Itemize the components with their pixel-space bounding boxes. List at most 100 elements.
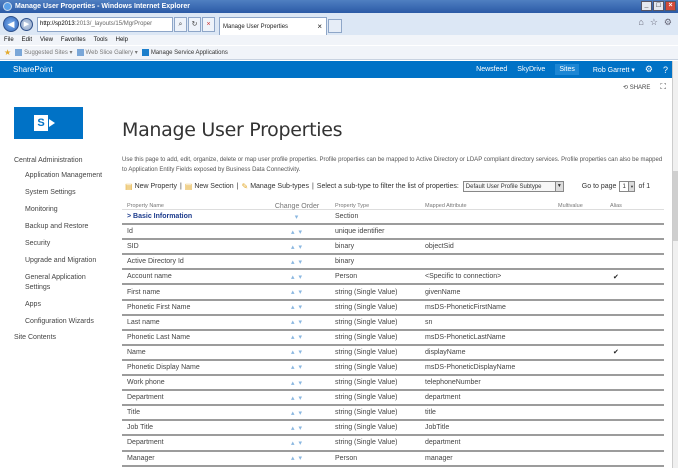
change-order-arrows[interactable]: ▴ ▾ [262, 318, 332, 326]
minimize-button[interactable]: _ [641, 1, 652, 11]
nav-item-upgrade-and-migration[interactable]: Upgrade and Migration [14, 256, 109, 266]
table-row[interactable]: Department ▴ ▾ string (Single Value) depart… [122, 436, 664, 452]
nav-item-system-settings[interactable]: System Settings [14, 188, 109, 198]
fav-web-slice-gallery[interactable]: Web Slice Gallery ▾ [76, 48, 138, 56]
page-select[interactable]: 1 ▼ [619, 181, 636, 192]
page-scrollbar[interactable] [672, 61, 678, 468]
change-order-arrows[interactable]: ▴ ▾ [262, 258, 332, 266]
forward-button[interactable]: ▶ [20, 17, 33, 31]
property-name-cell[interactable]: Department [122, 394, 262, 401]
nav-item-backup-and-restore[interactable]: Backup and Restore [14, 222, 109, 232]
change-order-arrows[interactable]: ▴ ▾ [262, 303, 332, 311]
table-row[interactable]: Phonetic First Name ▴ ▾ string (Single Val… [122, 301, 664, 316]
table-row[interactable]: > Basic Information ▾ Section [122, 210, 664, 226]
nav-central-administration[interactable]: Central Administration [14, 157, 109, 164]
property-name-cell[interactable]: Account name [122, 273, 262, 280]
table-row[interactable]: Job Title ▴ ▾ string (Single Value) JobTitl… [122, 421, 664, 437]
refresh-icon[interactable]: ↻ [188, 16, 201, 32]
table-row[interactable]: SID ▴ ▾ binary objectSid [122, 240, 664, 256]
favorites-star-icon[interactable]: ★ [4, 48, 11, 57]
change-order-arrows[interactable]: ▴ ▾ [262, 228, 332, 236]
property-name-cell[interactable]: Department [122, 439, 262, 446]
table-row[interactable]: Active Directory Id ▴ ▾ binary [122, 255, 664, 271]
nav-item-configuration-wizards[interactable]: Configuration Wizards [14, 317, 109, 327]
subtype-select[interactable]: Default User Profile Subtype ▼ [462, 181, 564, 192]
suite-link-skydrive[interactable]: SkyDrive [517, 66, 545, 73]
nav-site-contents[interactable]: Site Contents [14, 334, 109, 341]
suite-link-newsfeed[interactable]: Newsfeed [476, 66, 507, 73]
change-order-arrows[interactable]: ▴ ▾ [262, 379, 332, 387]
property-name-cell[interactable]: > Basic Information [122, 213, 262, 220]
property-name-cell[interactable]: Phonetic Last Name [122, 334, 262, 341]
favorites-star-icon[interactable]: ☆ [650, 17, 658, 28]
property-name-cell[interactable]: Manager [122, 455, 262, 462]
table-row[interactable]: Name ▴ ▾ string (Single Value) displayName ✔ [122, 346, 664, 361]
new-property-link[interactable]: New Property [135, 183, 177, 190]
property-name-cell[interactable]: Phonetic First Name [122, 304, 262, 311]
property-name-cell[interactable]: Phonetic Display Name [122, 364, 262, 371]
tab-manage-user-properties[interactable]: Manage User Properties × [219, 17, 327, 35]
table-row[interactable]: First name ▴ ▾ string (Single Value) givenN… [122, 285, 664, 301]
url-input[interactable]: http://sp2013:2013/_layouts/15/MgrProper [37, 16, 173, 32]
property-name-cell[interactable]: Name [122, 349, 262, 356]
property-name-cell[interactable]: Title [122, 409, 262, 416]
settings-gear-icon[interactable]: ⚙ [645, 64, 653, 75]
user-menu[interactable]: Rob Garrett ▾ [593, 66, 635, 74]
table-row[interactable]: Manager ▴ ▾ Person manager [122, 452, 664, 467]
property-name-cell[interactable]: Work phone [122, 379, 262, 386]
new-tab-button[interactable] [328, 19, 342, 33]
nav-item-monitoring[interactable]: Monitoring [14, 205, 109, 215]
change-order-arrows[interactable]: ▴ ▾ [262, 439, 332, 447]
focus-content-icon[interactable]: ⛶ [660, 82, 666, 92]
property-name-cell[interactable]: Id [122, 228, 262, 235]
nav-item-security[interactable]: Security [14, 239, 109, 249]
manage-subtypes-link[interactable]: Manage Sub-types [250, 183, 309, 190]
change-order-arrows[interactable]: ▴ ▾ [262, 394, 332, 402]
gear-icon[interactable]: ⚙ [664, 17, 672, 28]
change-order-arrows[interactable]: ▴ ▾ [262, 288, 332, 296]
sharepoint-logo[interactable]: S [14, 107, 83, 139]
table-row[interactable]: Phonetic Last Name ▴ ▾ string (Single Valu… [122, 331, 664, 346]
help-icon[interactable]: ? [663, 65, 668, 75]
stop-icon[interactable]: × [202, 16, 215, 32]
property-name-cell[interactable]: SID [122, 243, 262, 250]
nav-item-application-management[interactable]: Application Management [14, 171, 109, 181]
suite-link-sites[interactable]: Sites [555, 64, 579, 75]
table-row[interactable]: Work phone ▴ ▾ string (Single Value) teleph… [122, 376, 664, 392]
table-row[interactable]: Title ▴ ▾ string (Single Value) title [122, 406, 664, 422]
menu-favorites[interactable]: Favorites [61, 37, 86, 43]
menu-edit[interactable]: Edit [22, 37, 32, 43]
search-dropdown-icon[interactable]: ⌕ [174, 16, 187, 32]
fav-suggested-sites[interactable]: Suggested Sites ▾ [15, 48, 73, 56]
share-button[interactable]: ⟲ SHARE [623, 84, 650, 91]
change-order-arrows[interactable]: ▴ ▾ [262, 363, 332, 371]
table-row[interactable]: Account name ▴ ▾ Person <Specific to connec… [122, 270, 664, 286]
nav-item-apps[interactable]: Apps [14, 300, 109, 310]
change-order-arrows[interactable]: ▴ ▾ [262, 424, 332, 432]
change-order-arrows[interactable]: ▾ [262, 213, 332, 221]
table-row[interactable]: Department ▴ ▾ string (Single Value) depart… [122, 391, 664, 407]
property-name-cell[interactable]: Job Title [122, 424, 262, 431]
property-name-cell[interactable]: Last name [122, 319, 262, 326]
table-row[interactable]: Last name ▴ ▾ string (Single Value) sn [122, 316, 664, 331]
tab-close-icon[interactable]: × [317, 22, 322, 31]
property-name-cell[interactable]: First name [122, 289, 262, 296]
fav-manage-service-applications[interactable]: Manage Service Applications [141, 48, 228, 56]
menu-tools[interactable]: Tools [94, 37, 108, 43]
change-order-arrows[interactable]: ▴ ▾ [262, 273, 332, 281]
menu-file[interactable]: File [4, 37, 14, 43]
table-row[interactable]: Id ▴ ▾ unique identifier [122, 225, 664, 241]
back-button[interactable]: ◀ [3, 16, 19, 32]
new-section-link[interactable]: New Section [194, 183, 233, 190]
maximize-button[interactable]: □ [653, 1, 664, 11]
menu-view[interactable]: View [40, 37, 53, 43]
scrollbar-thumb[interactable] [673, 171, 678, 241]
menu-help[interactable]: Help [116, 37, 128, 43]
property-name-cell[interactable]: Active Directory Id [122, 258, 262, 265]
nav-item-general-application-settings[interactable]: General Application Settings [14, 273, 109, 293]
change-order-arrows[interactable]: ▴ ▾ [262, 243, 332, 251]
close-window-button[interactable]: × [665, 1, 676, 11]
change-order-arrows[interactable]: ▴ ▾ [262, 454, 332, 462]
change-order-arrows[interactable]: ▴ ▾ [262, 409, 332, 417]
home-icon[interactable]: ⌂ [638, 17, 643, 28]
